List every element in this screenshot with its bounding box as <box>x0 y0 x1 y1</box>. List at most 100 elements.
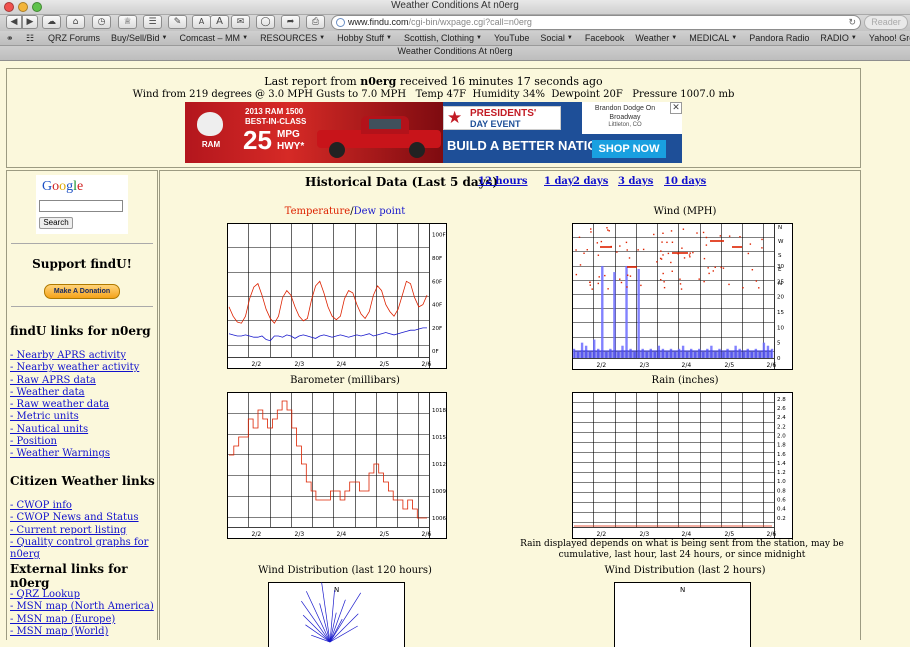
bookmark-weather[interactable]: Weather <box>635 31 669 45</box>
text-smaller-button[interactable]: A <box>192 15 211 29</box>
y-tick-label: 1009 <box>432 489 446 495</box>
ad-cta-button[interactable]: SHOP NOW <box>592 140 666 158</box>
y-tick-label: 60F <box>432 279 442 285</box>
bookmark-facebook[interactable]: Facebook <box>585 31 625 45</box>
link-cwop-info[interactable]: - CWOP info <box>10 500 157 512</box>
share-icon[interactable]: ➦ <box>281 15 300 29</box>
chevron-down-icon[interactable]: ▼ <box>671 31 677 45</box>
x-tick-label: 2/6 <box>422 361 432 368</box>
reader-button[interactable]: Reader <box>864 15 908 30</box>
rain-chart: 2/22/32/42/52/60.20.40.60.81.01.21.41.61… <box>572 392 793 539</box>
chart-frame <box>228 393 447 539</box>
chevron-down-icon[interactable]: ▼ <box>386 31 392 45</box>
link-nearby-aprs-activity[interactable]: - Nearby APRS activity <box>10 350 139 362</box>
y-tick-label: 10 <box>777 325 784 331</box>
ad-mpg-number: 25 <box>243 125 272 156</box>
link-nearby-weather-activity[interactable]: - Nearby weather activity <box>10 362 139 374</box>
link-current-report-listing[interactable]: - Current report listing <box>10 525 157 537</box>
ram-logo-icon <box>197 112 223 136</box>
history-icon[interactable]: ◷ <box>92 15 111 29</box>
bookmark-qrz-forums[interactable]: QRZ Forums <box>48 31 100 45</box>
bookmark-youtube[interactable]: YouTube <box>494 31 529 45</box>
bookmark-buy-sell-bid[interactable]: Buy/Sell/Bid <box>111 31 160 45</box>
bookmarks-list-icon[interactable]: ☰ <box>143 15 162 29</box>
y-tick-label: 1.2 <box>777 470 786 476</box>
forward-button[interactable]: ▶ <box>22 15 38 29</box>
ad-event-line1: PRESIDENTS' <box>470 108 536 119</box>
sidebar-divider <box>11 243 153 244</box>
home-icon[interactable]: ⌂ <box>66 15 85 29</box>
wind-direction-point <box>599 276 600 277</box>
link-nautical-units[interactable]: - Nautical units <box>10 424 139 436</box>
search-button[interactable]: Search <box>39 217 73 229</box>
link-msn-map-europe-[interactable]: - MSN map (Europe) <box>10 614 154 626</box>
range-link-12-hours[interactable]: 12 hours <box>478 176 528 187</box>
link-raw-weather-data[interactable]: - Raw weather data <box>10 399 139 411</box>
mail-icon[interactable]: ✉ <box>231 15 250 29</box>
range-link-10-days[interactable]: 10 days <box>664 176 706 187</box>
wind-speed-bar <box>637 269 639 358</box>
chevron-down-icon[interactable]: ▼ <box>242 31 248 45</box>
link-msn-map-world-[interactable]: - MSN map (World) <box>10 626 154 638</box>
link-weather-data[interactable]: - Weather data <box>10 387 139 399</box>
y-tick-label: 1.0 <box>777 479 786 485</box>
y-tick-label: 2.6 <box>777 406 786 412</box>
wind-direction-point <box>643 249 644 250</box>
link-quality-control-graphs-for-n0erg[interactable]: - Quality control graphs for n0erg <box>10 537 157 562</box>
google-search-widget: Google Search <box>36 175 128 234</box>
donate-button[interactable]: Make A Donation <box>44 284 120 299</box>
bookmark-scottish-clothing[interactable]: Scottish, Clothing <box>404 31 474 45</box>
wind-distribution-2h-chart: N <box>614 582 751 647</box>
bookmark-social[interactable]: Social <box>540 31 565 45</box>
bookmark-hobby-stuff[interactable]: Hobby Stuff <box>337 31 384 45</box>
glasses-icon[interactable]: ◯ <box>256 15 275 29</box>
pencil-icon[interactable]: ✎ <box>168 15 187 29</box>
link-cwop-news-and-status[interactable]: - CWOP News and Status <box>10 512 157 524</box>
link-raw-aprs-data[interactable]: - Raw APRS data <box>10 375 139 387</box>
search-input[interactable] <box>39 200 123 212</box>
link-metric-units[interactable]: - Metric units <box>10 411 139 423</box>
direction-tick-label: N <box>778 225 782 231</box>
text-larger-button[interactable]: A <box>210 15 229 29</box>
link-weather-warnings[interactable]: - Weather Warnings <box>10 448 139 460</box>
y-tick-label: 15 <box>777 310 784 316</box>
reading-list-icon[interactable]: ⚭ <box>6 31 14 45</box>
sidebar: Google Search Support findU! Make A Dona… <box>6 170 158 640</box>
north-label: N <box>680 586 685 594</box>
link-position[interactable]: - Position <box>10 436 139 448</box>
back-button[interactable]: ◀ <box>6 15 22 29</box>
wind-direction-point <box>606 227 607 228</box>
chevron-down-icon[interactable]: ▼ <box>731 31 737 45</box>
chevron-down-icon[interactable]: ▼ <box>476 31 482 45</box>
ad-hwy: HWY* <box>277 141 304 152</box>
reload-icon[interactable]: ↻ <box>848 16 856 29</box>
ad-close-icon[interactable]: ✕ <box>670 102 682 114</box>
range-link-2-days[interactable]: 2 days <box>573 176 608 187</box>
cloud-icon[interactable]: ☁ <box>42 15 61 29</box>
bookmark-yahoo-groups[interactable]: Yahoo! Groups <box>869 31 910 45</box>
bookmarks-bar: ⚭ ☷ QRZ ForumsBuy/Sell/Bid▼Comcast – MM▼… <box>0 31 910 46</box>
link-qrz-lookup[interactable]: - QRZ Lookup <box>10 589 154 601</box>
chevron-down-icon[interactable]: ▼ <box>567 31 573 45</box>
range-link-1-day[interactable]: 1 day <box>544 176 574 187</box>
crown-icon[interactable]: ♕ <box>118 15 137 29</box>
open-book-icon[interactable]: ☷ <box>26 31 34 45</box>
baro-chart-title: Barometer (millibars) <box>220 375 470 386</box>
bookmark-comcast-mm[interactable]: Comcast – MM <box>180 31 241 45</box>
link-msn-map-north-america-[interactable]: - MSN map (North America) <box>10 601 154 613</box>
wind-direction-point <box>662 233 663 234</box>
print-icon[interactable]: ⎙ <box>306 15 325 29</box>
chevron-down-icon[interactable]: ▼ <box>319 31 325 45</box>
wind-direction-point <box>598 255 599 256</box>
bookmark-pandora-radio[interactable]: Pandora Radio <box>749 31 809 45</box>
range-link-3-days[interactable]: 3 days <box>618 176 653 187</box>
chevron-down-icon[interactable]: ▼ <box>162 31 168 45</box>
address-bar[interactable]: www.findu.com/cgi-bin/wxpage.cgi?call=n0… <box>331 15 861 30</box>
chevron-down-icon[interactable]: ▼ <box>851 31 857 45</box>
bookmark-radio[interactable]: RADIO <box>820 31 849 45</box>
tab-current[interactable]: Weather Conditions At n0erg <box>0 46 910 60</box>
banner-ad[interactable]: RAM 2013 RAM 1500 BEST-IN-CLASS 25 MPG H… <box>185 102 682 163</box>
wind-direction-point <box>706 237 707 238</box>
bookmark-resources[interactable]: RESOURCES <box>260 31 317 45</box>
bookmark-medical[interactable]: MEDICAL <box>689 31 729 45</box>
